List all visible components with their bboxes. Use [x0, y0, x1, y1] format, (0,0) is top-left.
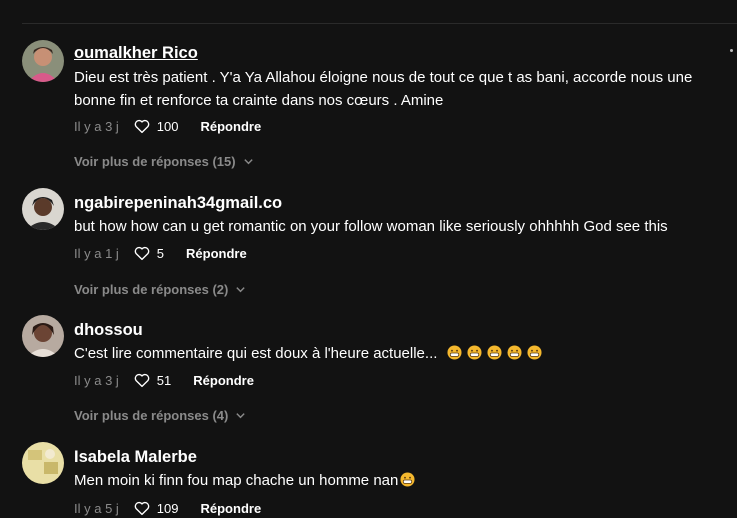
avatar[interactable] [22, 442, 64, 484]
top-divider [22, 23, 737, 24]
chevron-down-icon [236, 287, 246, 293]
like-button[interactable]: 51 [133, 371, 171, 389]
chevron-down-icon [236, 413, 246, 419]
heart-outline-icon [134, 373, 150, 388]
grinning-face-emoji [527, 345, 542, 360]
username[interactable]: oumalkher Rico [74, 44, 198, 63]
reply-button[interactable]: Répondre [201, 501, 262, 516]
heart-outline-icon [134, 501, 150, 516]
avatar[interactable] [22, 188, 64, 230]
reply-button[interactable]: Répondre [193, 373, 254, 388]
like-count: 109 [156, 500, 179, 516]
view-more-replies-label: Voir plus de réponses (4) [74, 408, 229, 423]
comment-text: C'est lire commentaire qui est doux à l'… [74, 342, 714, 365]
comment-text-content: Men moin ki finn fou map chache un homme… [74, 472, 399, 489]
view-more-replies-button[interactable]: Voir plus de réponses (2) [74, 282, 246, 297]
comment-time: Il y a 5 j [74, 500, 119, 516]
username[interactable]: dhossou [74, 321, 143, 340]
like-button[interactable]: 100 [133, 117, 179, 135]
reply-button[interactable]: Répondre [201, 119, 262, 134]
username[interactable]: Isabela Malerbe [74, 448, 197, 467]
comment-meta: Il y a 1 j 5 Répondre [74, 243, 247, 263]
grinning-face-emoji [447, 345, 462, 360]
comment-meta: Il y a 3 j 51 Répondre [74, 370, 254, 390]
like-count: 51 [156, 372, 172, 388]
username[interactable]: ngabirepeninah34gmail.co [74, 194, 282, 213]
like-button[interactable]: 5 [133, 244, 164, 262]
chevron-down-icon [243, 159, 253, 165]
comment-text-content: C'est lire commentaire qui est doux à l'… [74, 345, 438, 362]
comment-text: Dieu est très patient . Y'a Ya Allahou é… [74, 69, 693, 109]
view-more-replies-label: Voir plus de réponses (2) [74, 282, 229, 297]
view-more-replies-label: Voir plus de réponses (15) [74, 154, 236, 169]
view-more-replies-button[interactable]: Voir plus de réponses (15) [74, 154, 254, 169]
grinning-face-emoji [467, 345, 482, 360]
comment-time: Il y a 3 j [74, 118, 119, 134]
grinning-face-emoji [400, 472, 415, 487]
grinning-face-emoji [487, 345, 502, 360]
like-button[interactable]: 109 [133, 499, 179, 517]
comment-time: Il y a 1 j [74, 245, 119, 261]
grinning-face-emoji [507, 345, 522, 360]
comment-meta: Il y a 5 j 109 Répondre [74, 498, 261, 518]
comment-text: Men moin ki finn fou map chache un homme… [74, 469, 714, 492]
like-count: 100 [156, 118, 179, 134]
comment-time: Il y a 3 j [74, 372, 119, 388]
like-count: 5 [156, 245, 165, 261]
reply-button[interactable]: Répondre [186, 246, 247, 261]
avatar[interactable] [22, 315, 64, 357]
view-more-replies-button[interactable]: Voir plus de réponses (4) [74, 408, 246, 423]
comment-meta: Il y a 3 j 100 Répondre [74, 116, 261, 136]
more-dots-icon[interactable] [730, 49, 733, 52]
heart-outline-icon [134, 246, 150, 261]
heart-outline-icon [134, 119, 150, 134]
avatar[interactable] [22, 40, 64, 82]
comment-text: but how how can u get romantic on your f… [74, 218, 668, 235]
